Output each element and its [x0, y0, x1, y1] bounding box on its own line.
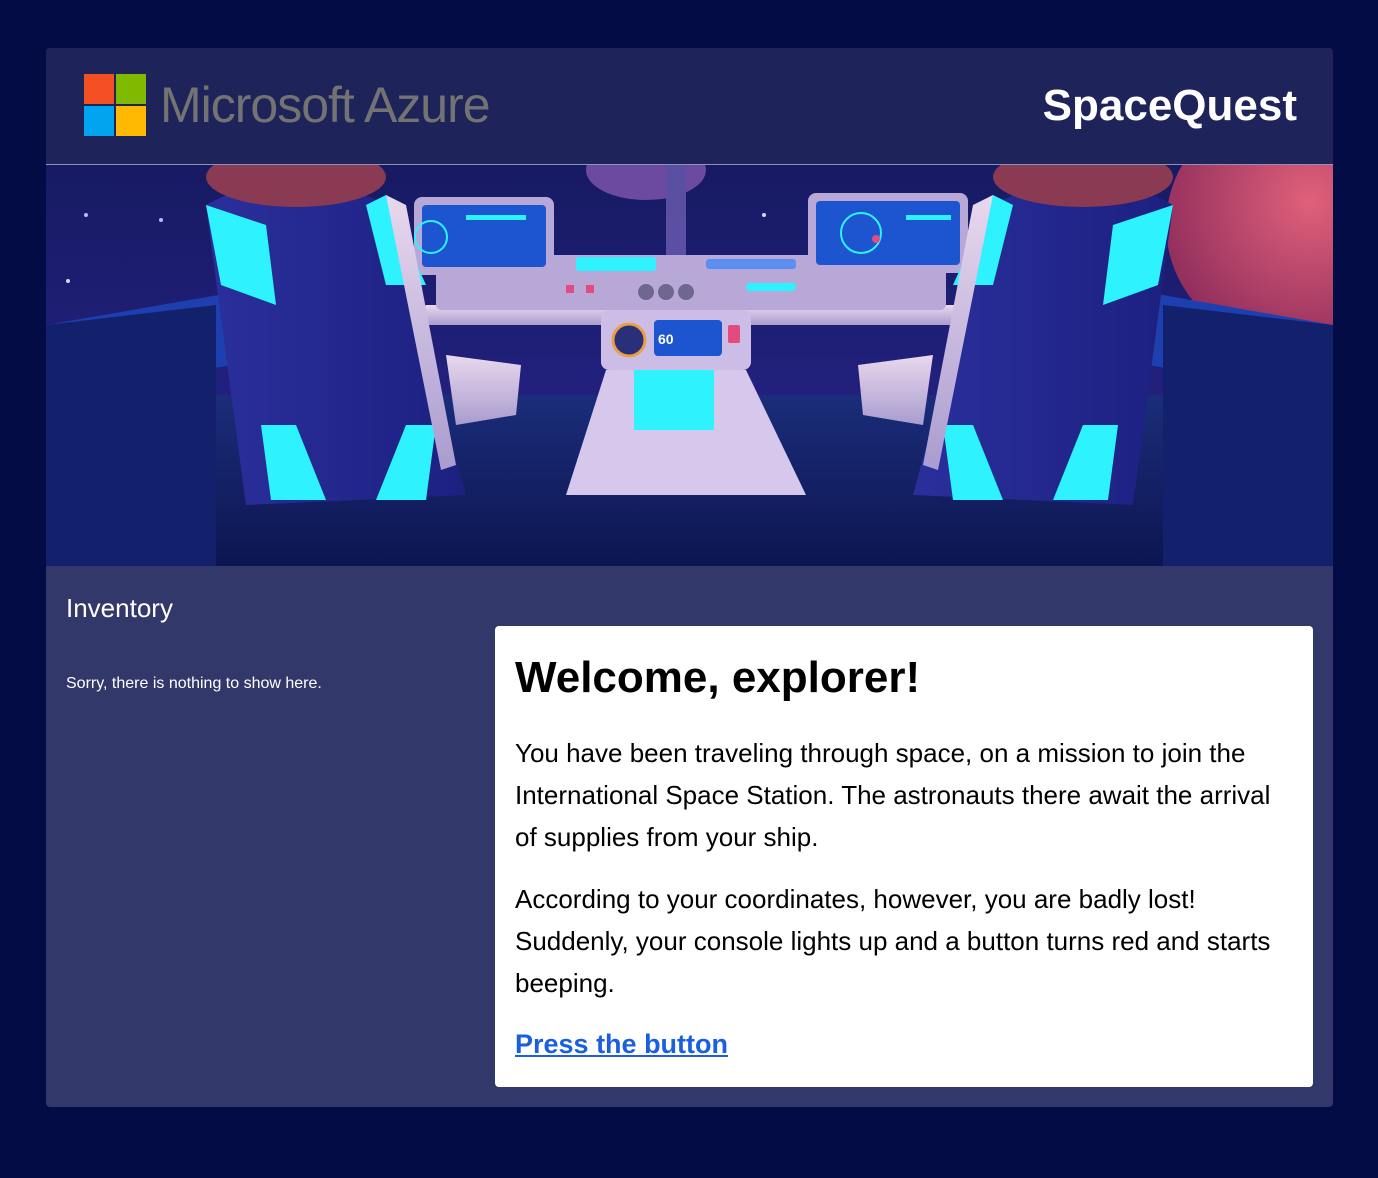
spaceship-cockpit-icon: 60	[46, 165, 1333, 566]
microsoft-logo-icon	[84, 74, 146, 136]
inventory-title: Inventory	[66, 593, 173, 623]
header: Microsoft Azure SpaceQuest	[46, 48, 1333, 165]
press-button-link[interactable]: Press the button	[515, 1029, 728, 1059]
app-title: SpaceQuest	[1042, 81, 1297, 130]
speed-readout: 60	[658, 331, 674, 347]
hero-banner: 60	[46, 165, 1333, 566]
story-paragraph: According to your coordinates, however, …	[515, 884, 1271, 998]
inventory-panel: Inventory Sorry, there is nothing to sho…	[66, 593, 486, 693]
story-paragraph: You have been traveling through space, o…	[515, 738, 1271, 852]
inventory-empty-message: Sorry, there is nothing to show here.	[66, 675, 322, 692]
story-title: Welcome, explorer!	[515, 653, 921, 702]
app-frame: Microsoft Azure SpaceQuest 60 Inventory …	[46, 48, 1333, 1107]
story-card: Welcome, explorer! You have been traveli…	[495, 626, 1313, 1087]
brand-name: Microsoft Azure	[160, 77, 491, 133]
